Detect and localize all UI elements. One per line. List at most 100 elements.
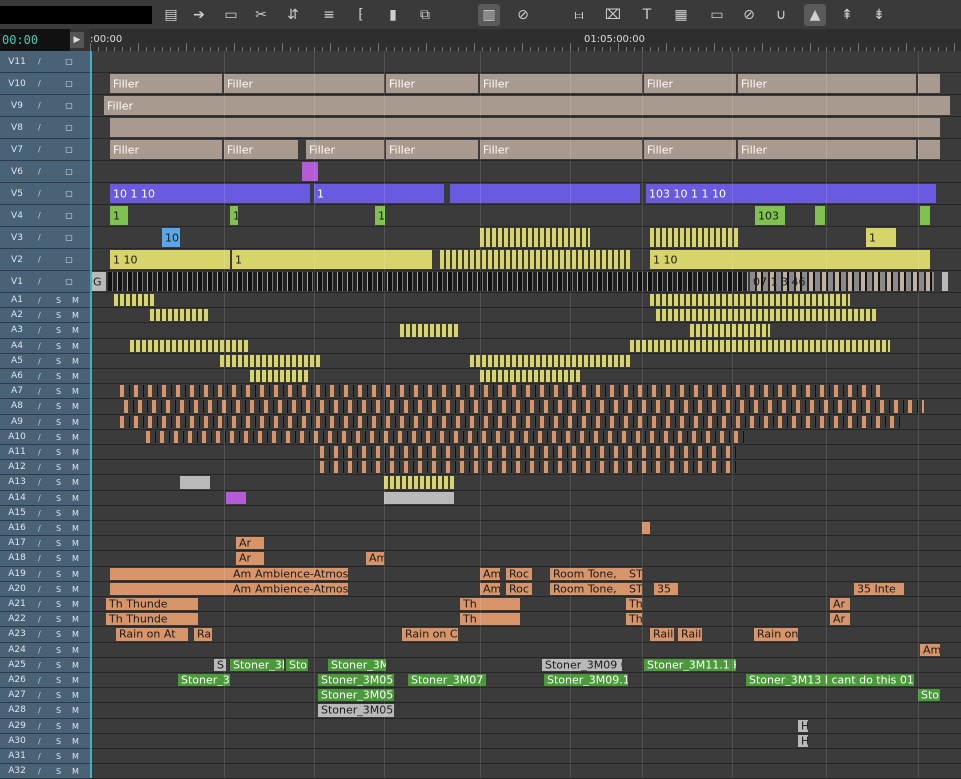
track-header[interactable]: A11 / S M: [0, 445, 90, 461]
track-edit-icon[interactable]: /: [38, 460, 41, 475]
clip[interactable]: Room Tone,: [550, 582, 626, 595]
slip-icon[interactable]: ⧉: [414, 4, 436, 26]
clip[interactable]: [120, 385, 880, 398]
track-name[interactable]: A4: [2, 339, 32, 354]
track-header[interactable]: A22 / S M: [0, 612, 90, 628]
clip[interactable]: Filler: [386, 140, 478, 159]
track-edit-icon[interactable]: /: [38, 354, 41, 369]
solo-button[interactable]: S: [56, 460, 61, 475]
mute-button[interactable]: M: [72, 597, 79, 612]
track-header[interactable]: A4 / S M: [0, 338, 90, 354]
clip[interactable]: Th: [626, 613, 642, 626]
clip[interactable]: Filler: [644, 74, 736, 93]
clip[interactable]: Filler: [110, 140, 222, 159]
solo-button[interactable]: S: [56, 399, 61, 414]
track-header[interactable]: V2 / ▢: [0, 249, 90, 271]
clip[interactable]: Ar: [236, 552, 264, 565]
lift-overwrite-icon[interactable]: ▭: [220, 4, 242, 26]
solo-button[interactable]: S: [56, 384, 61, 399]
track-edit-icon[interactable]: /: [38, 506, 41, 521]
mute-button[interactable]: M: [72, 475, 79, 490]
clip-icon[interactable]: ⌧: [602, 4, 624, 26]
track-name[interactable]: V1: [2, 271, 32, 293]
track-edit-icon[interactable]: /: [38, 117, 41, 139]
clip[interactable]: [320, 461, 740, 474]
render-icon[interactable]: ⊘: [512, 4, 534, 26]
track-lane[interactable]: [90, 490, 961, 506]
track-header[interactable]: A24 / S M: [0, 642, 90, 658]
solo-button[interactable]: S: [56, 719, 61, 734]
track-header[interactable]: A17 / S M: [0, 536, 90, 552]
clip[interactable]: [440, 250, 630, 269]
clip[interactable]: ST: [626, 567, 642, 580]
track-lane[interactable]: [90, 521, 961, 537]
clip[interactable]: [815, 206, 825, 225]
waveform-icon[interactable]: ▲: [804, 4, 826, 26]
track-lane[interactable]: G 07 1 3 46: [90, 271, 961, 293]
solo-button[interactable]: S: [56, 703, 61, 718]
clip[interactable]: 10 1 10: [110, 184, 310, 203]
track-header[interactable]: A32 / S M: [0, 764, 90, 779]
clip[interactable]: Stoner_3M09.1: [544, 674, 628, 687]
track-edit-icon[interactable]: /: [38, 323, 41, 338]
clip[interactable]: 35 Inte: [854, 582, 904, 595]
track-lane[interactable]: Am Ambience-Atmosp Am Roc Room Tone, ST 35 35 I…: [90, 581, 961, 597]
clip[interactable]: Stoner_3M05.2: [318, 674, 394, 687]
align-up-icon[interactable]: ⇞: [836, 4, 858, 26]
track-header[interactable]: A9 / S M: [0, 414, 90, 430]
top-bottom-icon[interactable]: ⇵: [282, 4, 304, 26]
track-lane[interactable]: H: [90, 733, 961, 749]
track-edit-icon[interactable]: /: [38, 612, 41, 627]
mute-button[interactable]: M: [72, 567, 79, 582]
clip[interactable]: Sto: [286, 658, 308, 671]
clip[interactable]: [942, 272, 948, 291]
track-edit-icon[interactable]: /: [38, 673, 41, 688]
track-header[interactable]: A30 / S M: [0, 733, 90, 749]
clip[interactable]: Stoner_3M13 I cant do this 01-0: [746, 674, 914, 687]
cut-icon[interactable]: ✂: [250, 4, 272, 26]
solo-button[interactable]: S: [56, 536, 61, 551]
clip[interactable]: Rai: [194, 628, 212, 641]
clip[interactable]: [656, 309, 876, 322]
track-lane[interactable]: 10 1 10 1 103 10 1 1 10: [90, 183, 961, 205]
solo-button[interactable]: S: [56, 445, 61, 460]
clip[interactable]: Am: [366, 552, 384, 565]
clip[interactable]: [146, 430, 746, 443]
track-lane[interactable]: [90, 505, 961, 521]
track-edit-icon[interactable]: /: [38, 582, 41, 597]
mute-button[interactable]: M: [72, 612, 79, 627]
solo-button[interactable]: S: [56, 323, 61, 338]
track-name[interactable]: A3: [2, 323, 32, 338]
track-edit-icon[interactable]: /: [38, 764, 41, 779]
clip[interactable]: Am: [230, 567, 252, 580]
clip[interactable]: [384, 476, 454, 489]
track-name[interactable]: V5: [2, 183, 32, 205]
solo-button[interactable]: S: [56, 521, 61, 536]
track-edit-icon[interactable]: /: [38, 567, 41, 582]
clip[interactable]: Filler: [738, 74, 916, 93]
clip[interactable]: 1: [110, 206, 128, 225]
track-lane[interactable]: 111103: [90, 205, 961, 227]
mute-button[interactable]: M: [72, 627, 79, 642]
clip[interactable]: [180, 476, 210, 489]
clip[interactable]: [124, 400, 924, 413]
clip[interactable]: Th Thunde: [106, 598, 198, 611]
clip[interactable]: Stoner_3i: [178, 674, 230, 687]
solo-button[interactable]: S: [56, 658, 61, 673]
clip[interactable]: Rain on C: [402, 628, 458, 641]
mute-button[interactable]: M: [72, 521, 79, 536]
track-edit-icon[interactable]: /: [38, 703, 41, 718]
clip[interactable]: Stoner_3M05.2: [318, 689, 394, 702]
mute-button[interactable]: M: [72, 688, 79, 703]
track-lane[interactable]: 10 1: [90, 227, 961, 249]
track-lane[interactable]: Filler Filler Filler Filler Filler Filler: [90, 73, 961, 95]
track-header[interactable]: A20 / S M: [0, 581, 90, 597]
solo-button[interactable]: S: [56, 339, 61, 354]
track-lane[interactable]: [90, 338, 961, 354]
clip[interactable]: Stoner_3M07: [408, 674, 486, 687]
clip[interactable]: Stoner_3M: [328, 658, 386, 671]
mute-button[interactable]: M: [72, 339, 79, 354]
mute-button[interactable]: M: [72, 673, 79, 688]
track-header[interactable]: A14 / S M: [0, 490, 90, 506]
solo-button[interactable]: S: [56, 582, 61, 597]
